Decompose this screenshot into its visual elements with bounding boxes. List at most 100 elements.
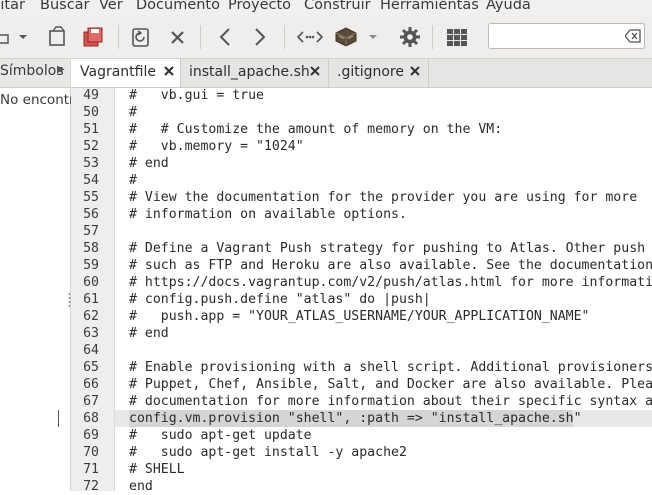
code-line[interactable]: # # Customize the amount of memory on th… <box>115 121 652 138</box>
code-text: # documentation for more information abo… <box>129 394 652 409</box>
line-number: 65 <box>83 360 99 375</box>
code-text: # vb.gui = true <box>129 88 264 103</box>
tab-close-icon[interactable] <box>163 65 175 77</box>
code-text: # <box>129 173 137 188</box>
line-number: 71 <box>83 462 99 477</box>
code-line[interactable]: # vb.memory = "1024" <box>115 138 652 155</box>
code-line[interactable]: # Enable provisioning with a shell scrip… <box>115 359 652 376</box>
code-line[interactable]: # Define a Vagrant Push strategy for pus… <box>115 240 652 257</box>
code-text: # https://docs.vagrantup.com/v2/push/atl… <box>129 275 652 290</box>
tab-close-icon[interactable] <box>309 65 321 77</box>
sidebar-tab-label: Símbolos <box>0 63 64 79</box>
code-line[interactable]: # end <box>115 325 652 342</box>
code-line[interactable]: # Puppet, Chef, Ansible, Salt, and Docke… <box>115 376 652 393</box>
new-file-icon[interactable] <box>44 23 72 51</box>
tab-scroll-right-icon[interactable]: ▶ <box>57 64 65 75</box>
code-line[interactable]: # https://docs.vagrantup.com/v2/push/atl… <box>115 274 652 291</box>
code-text: # config.push.define "atlas" do |push| <box>129 292 431 307</box>
code-line[interactable]: # <box>115 104 652 121</box>
menu-item-0[interactable]: Editar <box>0 0 25 13</box>
code-text: # vb.memory = "1024" <box>129 139 304 154</box>
close-icon[interactable] <box>164 23 192 51</box>
line-number: 68 <box>83 411 99 426</box>
line-number: 51 <box>83 122 99 137</box>
code-editor[interactable]: 49 50 51 52 53 54 55 56 57 58 59 60 61 62 63 64 65 66 67 68… <box>71 88 652 494</box>
line-number: 60 <box>83 275 99 290</box>
code-text: # push.app = "YOUR_ATLAS_USERNAME/YOUR_A… <box>129 309 590 324</box>
clear-text-icon[interactable] <box>624 29 641 47</box>
code-area[interactable]: # vb.gui = true # # # Customize the amount… <box>115 88 652 491</box>
save-all-icon[interactable] <box>80 23 108 51</box>
tab-close-icon[interactable] <box>409 65 421 77</box>
navigate-forward-icon[interactable] <box>246 23 274 51</box>
search-input[interactable] <box>493 27 622 47</box>
line-number: 52 <box>83 139 99 154</box>
line-number: 53 <box>83 156 99 171</box>
code-text: # sudo apt-get install -y apache2 <box>129 445 407 460</box>
sidebar-tab-symbols[interactable]: Símbolos ▶ <box>0 59 70 88</box>
code-text: # <box>129 105 137 120</box>
line-number: 58 <box>83 241 99 256</box>
code-line[interactable]: # information on available options. <box>115 206 652 223</box>
line-number: 61 <box>83 292 99 307</box>
line-number: 57 <box>83 224 99 239</box>
code-line[interactable]: # SHELL <box>115 461 652 478</box>
compile-icon[interactable] <box>296 23 324 51</box>
menu-item-6[interactable]: Herramientas <box>380 0 479 13</box>
code-line[interactable]: end <box>115 478 652 491</box>
code-line[interactable] <box>115 342 652 359</box>
editor-tab-bar: Vagrantfile install_apache.sh .gitignore <box>71 59 652 88</box>
menu-item-1[interactable]: Buscar <box>40 0 90 13</box>
code-line[interactable]: # such as FTP and Heroku are also availa… <box>115 257 652 274</box>
code-line[interactable]: # config.push.define "atlas" do |push| <box>115 291 652 308</box>
line-number: 67 <box>83 394 99 409</box>
preferences-icon[interactable] <box>396 23 424 51</box>
code-text: # SHELL <box>129 462 185 477</box>
code-text: # such as FTP and Heroku are also availa… <box>129 258 652 273</box>
navigate-back-icon[interactable] <box>212 23 240 51</box>
menu-item-4[interactable]: Proyecto <box>228 0 291 13</box>
code-line[interactable]: # documentation for more information abo… <box>115 393 652 410</box>
line-number: 49 <box>83 88 99 103</box>
line-number: 63 <box>83 326 99 341</box>
code-line[interactable]: # sudo apt-get update <box>115 427 652 444</box>
tab-gitignore[interactable]: .gitignore <box>329 59 429 87</box>
color-chooser-icon[interactable] <box>444 23 472 51</box>
toolbar-separator <box>118 25 119 49</box>
code-line[interactable]: # push.app = "YOUR_ATLAS_USERNAME/YOUR_A… <box>115 308 652 325</box>
line-number: 59 <box>83 258 99 273</box>
build-dropdown-icon[interactable] <box>366 23 380 51</box>
tab-label: install_apache.sh <box>189 64 310 80</box>
code-line[interactable]: # end <box>115 155 652 172</box>
menu-item-2[interactable]: Ver <box>99 0 123 13</box>
toolbar-separator <box>284 25 285 49</box>
code-text: # View the documentation for the provide… <box>129 190 638 205</box>
line-number: 62 <box>83 309 99 324</box>
search-field[interactable] <box>488 23 645 49</box>
menu-item-7[interactable]: Ayuda <box>486 0 531 13</box>
code-text: # end <box>129 156 169 171</box>
code-text: # # Customize the amount of memory on th… <box>129 122 503 137</box>
tab-vagrantfile[interactable]: Vagrantfile <box>71 59 181 87</box>
tab-install-apache[interactable]: install_apache.sh <box>181 59 329 87</box>
open-dropdown-icon[interactable] <box>16 23 30 51</box>
line-number-gutter: 49 50 51 52 53 54 55 56 57 58 59 60 61 62 63 64 65 66 67 68… <box>71 88 115 494</box>
code-line[interactable]: # View the documentation for the provide… <box>115 189 652 206</box>
line-number: 54 <box>83 173 99 188</box>
build-icon[interactable] <box>332 23 360 51</box>
menu-item-3[interactable]: Documento <box>136 0 220 13</box>
tab-label: Vagrantfile <box>80 64 156 80</box>
code-line[interactable] <box>115 223 652 240</box>
code-text: # end <box>129 326 169 341</box>
tab-label: .gitignore <box>337 64 404 80</box>
toolbar-separator <box>432 25 433 49</box>
revert-icon[interactable] <box>128 23 156 51</box>
code-line[interactable]: # sudo apt-get install -y apache2 <box>115 444 652 461</box>
code-line[interactable]: config.vm.provision "shell", :path => "i… <box>115 410 652 427</box>
code-line[interactable]: # vb.gui = true <box>115 88 652 104</box>
code-text: # Define a Vagrant Push strategy for pus… <box>129 241 646 256</box>
code-text: config.vm.provision "shell", :path => "i… <box>129 411 582 426</box>
toolbar-separator <box>200 25 201 49</box>
menu-item-5[interactable]: Construir <box>304 0 371 13</box>
code-line[interactable]: # <box>115 172 652 189</box>
